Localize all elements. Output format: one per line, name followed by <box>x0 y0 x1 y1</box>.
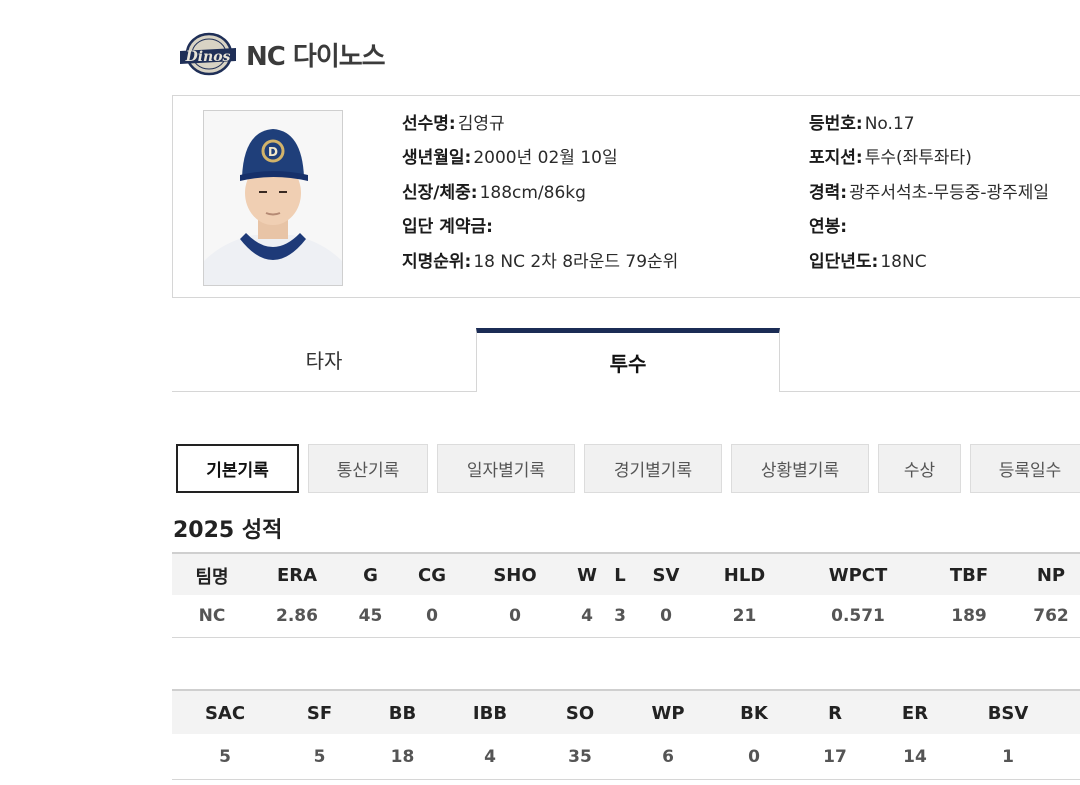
table-cell: 189 <box>951 606 987 626</box>
player-info-left: 선수명: 김영규 생년월일: 2000년 02월 10일 신장/체중: 188cm/8… <box>402 113 678 285</box>
team-name: NC 다이노스 <box>246 41 386 72</box>
table-cell: 762 <box>1033 606 1069 626</box>
col-header: G <box>363 565 378 586</box>
subtab-daily-record[interactable]: 일자별기록 <box>437 444 575 493</box>
col-header: ER <box>901 703 929 724</box>
col-header: SHO <box>493 565 537 586</box>
player-info-right: 등번호: No.17 포지션: 투수(좌투좌타) 경력: 광주서석초-무등중-광주제일… <box>809 113 1049 285</box>
info-row-height-weight: 신장/체중: 188cm/86kg <box>402 182 586 203</box>
table-cell: 17 <box>823 746 847 767</box>
table-cell: 6 <box>662 746 674 767</box>
subtab-situation-record[interactable]: 상황별기록 <box>731 444 869 493</box>
col-header: W <box>577 565 597 586</box>
table-row: NC 2.86 45 0 0 4 3 0 21 0.571 189 762 <box>172 595 1080 638</box>
tab-bar-filler <box>780 328 1080 392</box>
team-header: Dinos NC 다이노스 <box>176 28 386 80</box>
subtab-awards[interactable]: 수상 <box>878 444 961 493</box>
info-row-number: 등번호: No.17 <box>809 114 915 134</box>
col-header: 팀명 <box>195 566 229 588</box>
table-cell: 1 <box>1002 746 1014 767</box>
col-header: L <box>614 565 626 586</box>
col-header: R <box>828 703 842 724</box>
table-cell: 0 <box>509 606 521 626</box>
col-header: NP <box>1036 565 1066 586</box>
table-cell: 45 <box>358 606 383 626</box>
col-header: TBF <box>949 565 989 586</box>
table-cell: 2.86 <box>276 606 318 626</box>
season-title: 2025 성적 <box>173 518 283 543</box>
info-row-career: 경력: 광주서석초-무등중-광주제일 <box>809 182 1050 203</box>
table-cell: 0 <box>426 606 438 626</box>
table-cell: 35 <box>568 746 592 767</box>
table-cell: 4 <box>484 746 496 767</box>
position-tabs: 타자 투수 <box>172 328 1080 392</box>
table-cell: 5 <box>219 746 231 767</box>
col-header: HLD <box>723 565 766 586</box>
table-cell: 4 <box>581 606 593 626</box>
table-header-row: 팀명 ERA G CG SHO W L SV HLD WPCT TBF NP <box>172 552 1080 598</box>
info-row-name: 선수명: 김영규 <box>402 114 505 134</box>
player-photo: D <box>203 110 343 286</box>
table-cell: 3 <box>614 606 626 626</box>
tab-pitcher[interactable]: 투수 <box>476 328 780 392</box>
info-row-birth: 생년월일: 2000년 02월 10일 <box>402 148 618 169</box>
table-cell: 21 <box>732 606 757 626</box>
table-row: 5 5 18 4 35 6 0 17 14 1 <box>172 734 1080 780</box>
table-cell: 0.571 <box>831 606 885 626</box>
subtab-basic-record[interactable]: 기본기록 <box>176 444 299 493</box>
table-cell: 0 <box>660 606 672 626</box>
info-row-draft: 지명순위: 18 NC 2차 8라운드 79순위 <box>402 251 679 272</box>
col-header: SF <box>306 703 333 724</box>
col-header: SAC <box>204 703 246 724</box>
tab-batter[interactable]: 타자 <box>172 328 476 392</box>
subtab-game-record[interactable]: 경기별기록 <box>584 444 722 493</box>
dinos-logo-icon: Dinos <box>176 31 240 77</box>
col-header: ERA <box>276 565 318 586</box>
table-cell: 14 <box>903 746 927 767</box>
info-row-salary: 연봉: <box>809 217 848 238</box>
table-cell: 5 <box>313 746 326 767</box>
col-header: SV <box>652 565 680 586</box>
info-row-join-year: 입단년도: 18NC <box>809 251 927 272</box>
player-profile: D 선수명: 김영규 생년월일: 2000년 02월 10일 신장/체중: 188cm… <box>172 95 1080 298</box>
svg-text:D: D <box>268 145 278 159</box>
table-cell: NC <box>198 606 226 626</box>
table-cell: 0 <box>748 746 760 767</box>
col-header: BK <box>740 703 768 724</box>
col-header: BB <box>388 703 417 724</box>
subtab-career-record[interactable]: 통산기록 <box>308 444 428 493</box>
table-header-row: SAC SF BB IBB SO WP BK R ER BSV <box>172 689 1080 737</box>
info-row-position: 포지션: 투수(좌투좌타) <box>809 148 972 169</box>
col-header: CG <box>418 565 446 586</box>
table-cell: 18 <box>390 746 415 767</box>
info-row-signing-bonus: 입단 계약금: <box>402 217 493 238</box>
col-header: SO <box>565 703 595 724</box>
svg-text:Dinos: Dinos <box>185 49 231 65</box>
subtab-registration-days[interactable]: 등록일수 <box>970 444 1080 493</box>
col-header: WP <box>651 703 685 724</box>
col-header: IBB <box>472 703 508 724</box>
col-header: BSV <box>987 703 1029 724</box>
col-header: WPCT <box>828 565 888 586</box>
